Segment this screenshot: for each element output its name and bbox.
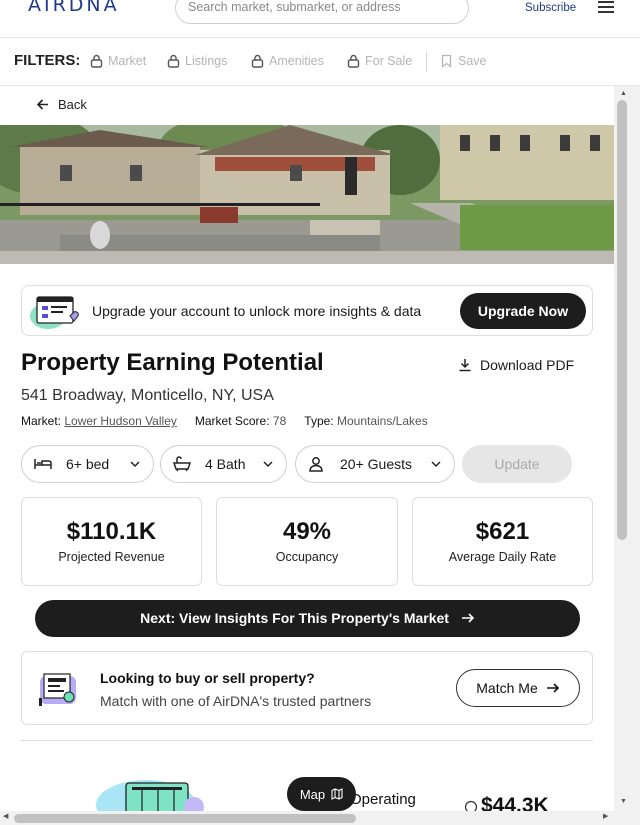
property-photo bbox=[0, 125, 614, 264]
projected-revenue-value: $110.1K bbox=[66, 518, 157, 545]
view-market-insights-label: Next: View Insights For This Property's … bbox=[140, 610, 449, 626]
market-score-value: 78 bbox=[272, 414, 287, 428]
view-market-insights-button[interactable]: Next: View Insights For This Property's … bbox=[35, 600, 580, 637]
map-icon bbox=[331, 788, 343, 800]
guests-value: 20+ Guests bbox=[340, 456, 412, 472]
type-value: Mountains/Lakes bbox=[336, 414, 428, 428]
lock-icon bbox=[167, 54, 180, 68]
filter-amenities[interactable]: Amenities bbox=[251, 54, 324, 68]
bathrooms-select[interactable]: 4 Bath bbox=[160, 445, 287, 483]
filter-for-sale[interactable]: For Sale bbox=[347, 54, 412, 68]
bedrooms-select[interactable]: 6+ bed bbox=[21, 445, 154, 483]
market-score-info: Market Score: 78 bbox=[195, 414, 286, 428]
bookmark-icon bbox=[441, 54, 452, 68]
arrow-right-icon bbox=[546, 683, 559, 693]
upgrade-now-button[interactable]: Upgrade Now bbox=[460, 293, 586, 329]
person-icon bbox=[309, 457, 323, 472]
bathrooms-value: 4 Bath bbox=[205, 456, 246, 472]
arrow-right-icon bbox=[461, 613, 474, 623]
upgrade-message: Upgrade your account to unlock more insi… bbox=[92, 303, 422, 319]
back-button[interactable]: Back bbox=[36, 97, 87, 112]
projected-revenue-label: Projected Revenue bbox=[58, 550, 165, 564]
scroll-up-arrow-icon[interactable]: ▲ bbox=[620, 90, 627, 97]
download-icon bbox=[459, 359, 471, 372]
save-button[interactable]: Save bbox=[440, 54, 487, 68]
update-button[interactable]: Update bbox=[462, 445, 572, 483]
scroll-right-arrow-icon[interactable]: ▶ bbox=[603, 812, 608, 820]
lock-icon bbox=[347, 54, 360, 68]
chevron-down-icon bbox=[431, 461, 441, 468]
chevron-down-icon bbox=[130, 461, 140, 468]
match-me-button[interactable]: Match Me bbox=[456, 669, 580, 707]
filters-label: FILTERS: bbox=[14, 52, 81, 69]
section-divider bbox=[21, 740, 593, 741]
search-input[interactable]: Search market, submarket, or address bbox=[175, 0, 469, 24]
filter-divider bbox=[426, 51, 427, 72]
average-daily-rate-label: Average Daily Rate bbox=[448, 550, 557, 564]
occupancy-card: 49% Occupancy bbox=[216, 497, 398, 586]
operating-expenses-label: Operating bbox=[350, 791, 416, 808]
airdna-logo[interactable]: AIRDNA bbox=[28, 0, 120, 16]
match-card-title: Looking to buy or sell property? bbox=[100, 670, 315, 686]
filter-listings-label: Listings bbox=[185, 54, 228, 68]
horizontal-scrollbar-thumb[interactable] bbox=[14, 814, 356, 823]
hamburger-menu-icon[interactable] bbox=[598, 1, 614, 13]
for-sale-sign-icon bbox=[39, 673, 76, 706]
arrow-left-icon bbox=[36, 99, 48, 110]
occupancy-value: 49% bbox=[282, 518, 332, 545]
back-label: Back bbox=[58, 97, 87, 112]
top-navbar: AIRDNA Search market, submarket, or addr… bbox=[0, 0, 640, 38]
type-label: Type: bbox=[304, 414, 334, 428]
scroll-down-arrow-icon[interactable]: ▼ bbox=[620, 798, 627, 805]
operating-expenses-illustration-icon bbox=[96, 780, 204, 811]
buy-sell-match-card: Looking to buy or sell property? Match w… bbox=[21, 651, 593, 725]
upgrade-banner: Upgrade your account to unlock more insi… bbox=[21, 285, 593, 336]
filter-for-sale-label: For Sale bbox=[365, 54, 413, 68]
bedrooms-value: 6+ bed bbox=[66, 456, 110, 472]
market-score-label: Market Score: bbox=[194, 414, 270, 428]
filter-market[interactable]: Market bbox=[90, 54, 146, 68]
type-info: Type: Mountains/Lakes bbox=[304, 414, 427, 428]
market-label: Market: bbox=[21, 414, 62, 428]
lock-icon bbox=[90, 54, 103, 68]
page-title: Property Earning Potential bbox=[21, 349, 324, 376]
match-card-subtitle: Match with one of AirDNA's trusted partn… bbox=[100, 693, 372, 709]
lock-icon bbox=[251, 54, 264, 68]
map-label: Map bbox=[299, 786, 326, 802]
subscribe-link[interactable]: Subscribe bbox=[525, 2, 576, 14]
download-pdf-label: Download PDF bbox=[480, 357, 575, 373]
average-daily-rate-card: $621 Average Daily Rate bbox=[412, 497, 593, 586]
vertical-scrollbar-thumb[interactable] bbox=[617, 100, 627, 540]
occupancy-label: Occupancy bbox=[275, 550, 339, 564]
download-pdf-button[interactable]: Download PDF bbox=[458, 357, 574, 373]
chevron-down-icon bbox=[263, 461, 273, 468]
bed-icon bbox=[34, 459, 52, 469]
filter-listings[interactable]: Listings bbox=[167, 54, 227, 68]
upgrade-illustration-icon bbox=[30, 296, 79, 329]
filters-bar: FILTERS: Market Listings Amenities For S… bbox=[0, 38, 640, 86]
match-me-label: Match Me bbox=[476, 680, 538, 696]
filter-market-label: Market bbox=[108, 54, 147, 68]
save-label: Save bbox=[458, 54, 487, 68]
guests-select[interactable]: 20+ Guests bbox=[295, 445, 455, 483]
property-meta: Market: Lower Hudson Valley Market Score… bbox=[21, 414, 428, 428]
map-button[interactable]: Map bbox=[287, 777, 356, 811]
average-daily-rate-value: $621 bbox=[475, 518, 530, 545]
market-info: Market: Lower Hudson Valley bbox=[21, 414, 177, 428]
projected-revenue-card: $110.1K Projected Revenue bbox=[21, 497, 202, 586]
bathtub-icon bbox=[173, 456, 191, 472]
market-link[interactable]: Lower Hudson Valley bbox=[64, 414, 177, 428]
filter-amenities-label: Amenities bbox=[269, 54, 324, 68]
property-address: 541 Broadway, Monticello, NY, USA bbox=[21, 387, 274, 404]
property-street-image bbox=[0, 125, 614, 264]
scroll-left-arrow-icon[interactable]: ◀ bbox=[3, 812, 8, 820]
